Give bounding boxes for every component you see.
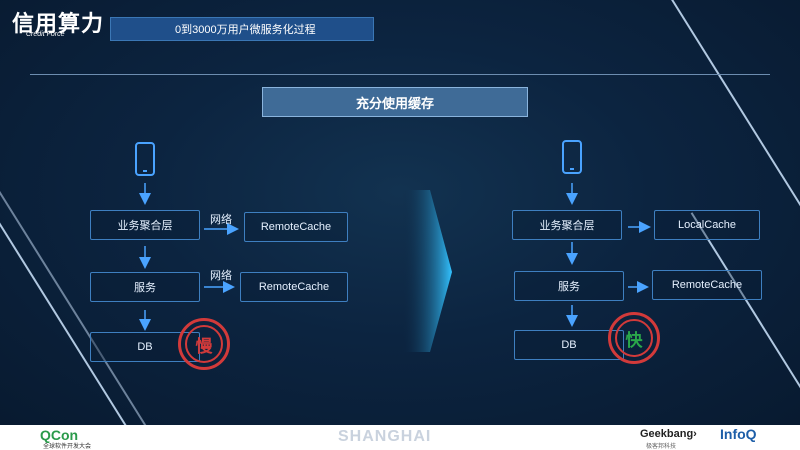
remote-cache-node: RemoteCache [240,272,348,302]
fast-stamp-text: 快 [615,319,653,357]
biz-layer-node: 业务聚合层 [90,210,200,240]
qcon-subtitle: 全球软件开发大会 [43,444,92,450]
biz-layer-node: 业务聚合层 [512,210,622,240]
remote-cache-node: RemoteCache [244,212,348,242]
fast-stamp: 快 [608,312,660,364]
network-label: 网络 [210,214,232,226]
network-label: 网络 [210,270,232,282]
remote-cache-node: RemoteCache [652,270,762,300]
transition-arrow [402,190,452,352]
infoq-logo: InfoQ [720,426,757,442]
service-node: 服务 [514,271,624,301]
slow-stamp-text: 慢 [185,325,223,363]
geekbang-logo: Geekbang› [640,428,697,440]
slow-stamp: 慢 [178,318,230,370]
city-label: SHANGHAI [338,428,432,445]
phone-icon [135,142,155,176]
local-cache-node: LocalCache [654,210,760,240]
geekbang-subtitle: 极客邦科技 [646,444,677,450]
slide: 信用算力 Credit Force 0到3000万用户微服务化过程 充分使用缓存 [0,0,800,425]
phone-icon [562,140,582,174]
service-node: 服务 [90,272,200,302]
